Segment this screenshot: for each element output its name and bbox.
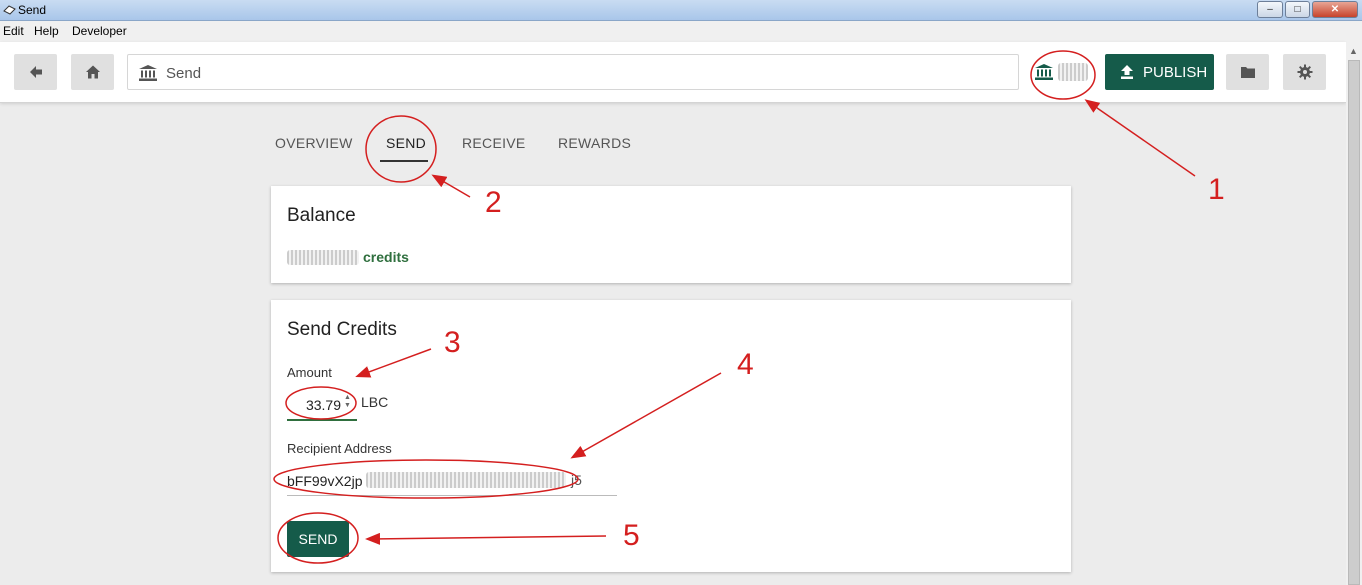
arrow-5 xyxy=(365,532,607,545)
highlight-send-button xyxy=(277,512,359,564)
annotation-overlay xyxy=(273,50,1196,564)
highlight-address xyxy=(273,459,579,499)
annotation-number-5: 5 xyxy=(623,519,640,552)
arrow-2 xyxy=(431,174,471,198)
annotation-number-4: 4 xyxy=(737,348,754,381)
highlight-send-tab xyxy=(365,115,437,183)
arrow-4 xyxy=(570,372,722,459)
annotation-number-1: 1 xyxy=(1208,173,1225,206)
annotation-number-2: 2 xyxy=(485,186,502,219)
annotation-number-3: 3 xyxy=(444,326,461,359)
highlight-wallet xyxy=(1030,50,1096,100)
arrow-3 xyxy=(355,348,432,378)
highlight-amount xyxy=(285,386,357,420)
arrow-1 xyxy=(1084,99,1196,177)
